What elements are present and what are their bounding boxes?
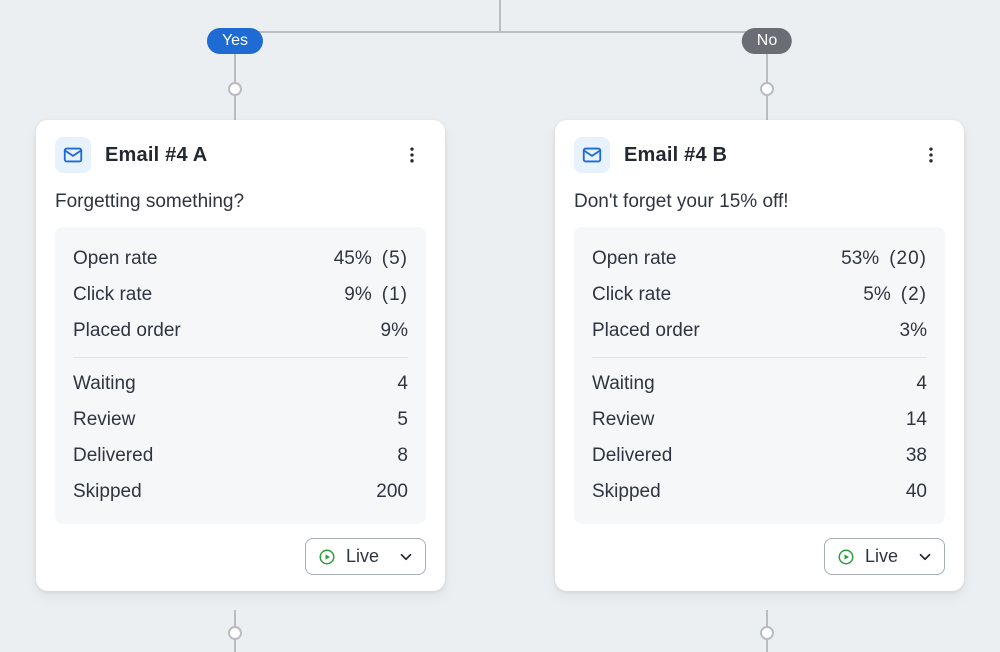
- metric-waiting: Waiting 4: [592, 366, 927, 402]
- metric-label: Skipped: [73, 481, 142, 503]
- metric-value: 9%: [381, 320, 408, 342]
- email-icon: [574, 137, 610, 173]
- metrics-panel: Open rate 53% (20) Click rate 5% (2) Place…: [574, 227, 945, 524]
- metric-count: (5): [382, 248, 408, 270]
- metric-value: 3%: [900, 320, 927, 342]
- card-title: Email #4 A: [105, 144, 384, 167]
- branch-pill-no: No: [742, 28, 792, 54]
- status-label: Live: [865, 546, 898, 567]
- flow-canvas[interactable]: Yes No Email #4 A Forgetting something? …: [0, 0, 1000, 652]
- metric-placed-order: Placed order 3%: [592, 313, 927, 349]
- metric-waiting: Waiting 4: [73, 366, 408, 402]
- connector-dot: [228, 626, 242, 640]
- metric-count: (1): [382, 284, 408, 306]
- status-label: Live: [346, 546, 379, 567]
- metric-count: (20): [889, 248, 927, 270]
- metric-label: Placed order: [73, 320, 181, 342]
- metric-click-rate: Click rate 5% (2): [592, 277, 927, 313]
- connector-vertical: [499, 0, 501, 32]
- metric-label: Skipped: [592, 481, 661, 503]
- metric-label: Click rate: [73, 284, 152, 306]
- chevron-down-icon: [397, 548, 415, 566]
- metric-value: 45%: [334, 248, 372, 270]
- metric-open-rate: Open rate 45% (5): [73, 241, 408, 277]
- metric-placed-order: Placed order 9%: [73, 313, 408, 349]
- metric-label: Open rate: [73, 248, 158, 270]
- metric-label: Delivered: [592, 445, 672, 467]
- connector-horizontal: [234, 31, 766, 33]
- email-card-a[interactable]: Email #4 A Forgetting something? Open ra…: [36, 120, 445, 591]
- metric-label: Waiting: [73, 373, 136, 395]
- metric-label: Review: [592, 409, 654, 431]
- metric-value: 9%: [344, 284, 371, 306]
- branch-pill-yes: Yes: [207, 28, 263, 54]
- metric-value: 38: [906, 445, 927, 467]
- metric-count: (2): [901, 284, 927, 306]
- metric-label: Open rate: [592, 248, 677, 270]
- metric-value: 200: [376, 481, 408, 503]
- play-icon: [318, 548, 336, 566]
- email-subject: Forgetting something?: [55, 191, 426, 213]
- metric-review: Review 5: [73, 402, 408, 438]
- connector-dot: [760, 82, 774, 96]
- metric-value: 4: [916, 373, 927, 395]
- card-menu-button[interactable]: [917, 141, 945, 169]
- status-dropdown[interactable]: Live: [824, 538, 945, 575]
- metric-value: 40: [906, 481, 927, 503]
- metric-review: Review 14: [592, 402, 927, 438]
- chevron-down-icon: [916, 548, 934, 566]
- metric-value: 4: [397, 373, 408, 395]
- metric-value: 5: [397, 409, 408, 431]
- divider: [592, 357, 927, 358]
- metric-delivered: Delivered 8: [73, 438, 408, 474]
- metric-label: Review: [73, 409, 135, 431]
- status-dropdown[interactable]: Live: [305, 538, 426, 575]
- metric-open-rate: Open rate 53% (20): [592, 241, 927, 277]
- email-icon: [55, 137, 91, 173]
- metric-value: 5%: [863, 284, 890, 306]
- kebab-icon: [921, 145, 941, 165]
- metric-delivered: Delivered 38: [592, 438, 927, 474]
- email-subject: Don't forget your 15% off!: [574, 191, 945, 213]
- metric-label: Waiting: [592, 373, 655, 395]
- email-card-b[interactable]: Email #4 B Don't forget your 15% off! Op…: [555, 120, 964, 591]
- card-menu-button[interactable]: [398, 141, 426, 169]
- metric-value: 8: [397, 445, 408, 467]
- connector-dot: [228, 82, 242, 96]
- play-icon: [837, 548, 855, 566]
- card-title: Email #4 B: [624, 144, 903, 167]
- metric-value: 53%: [841, 248, 879, 270]
- metric-skipped: Skipped 40: [592, 474, 927, 510]
- kebab-icon: [402, 145, 422, 165]
- metric-label: Click rate: [592, 284, 671, 306]
- connector-dot: [760, 626, 774, 640]
- divider: [73, 357, 408, 358]
- metric-click-rate: Click rate 9% (1): [73, 277, 408, 313]
- metric-value: 14: [906, 409, 927, 431]
- metric-label: Placed order: [592, 320, 700, 342]
- metric-skipped: Skipped 200: [73, 474, 408, 510]
- metric-label: Delivered: [73, 445, 153, 467]
- metrics-panel: Open rate 45% (5) Click rate 9% (1) Placed…: [55, 227, 426, 524]
